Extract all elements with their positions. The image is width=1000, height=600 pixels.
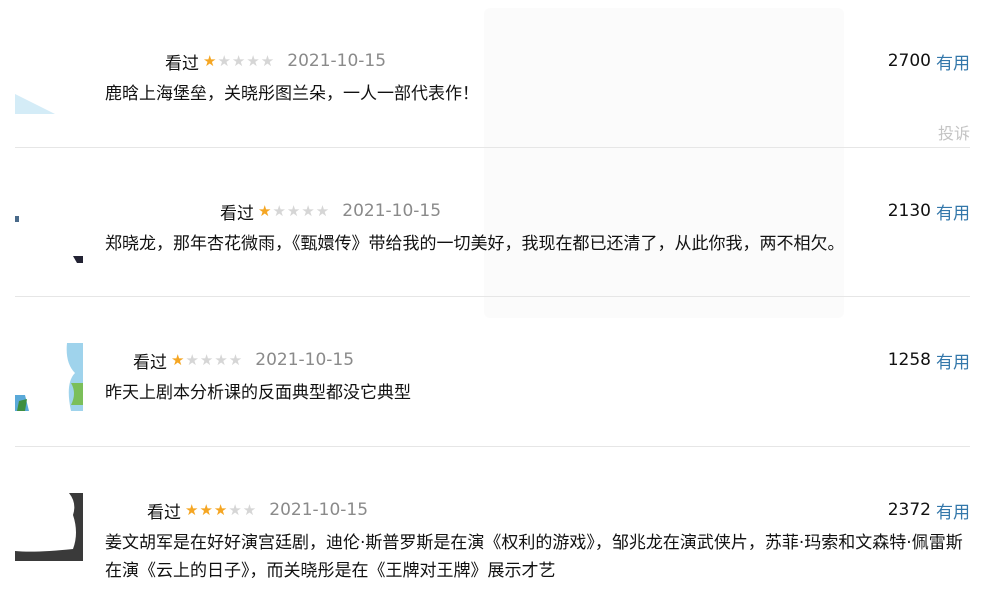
vote-area: 2130 有用 (887, 199, 970, 224)
review-content: 鹿晗上海堡垒，关晓彤图兰朵，一人一部代表作！ (105, 84, 479, 104)
divider (15, 147, 970, 148)
useful-button[interactable]: 有用 (936, 199, 970, 224)
star-empty-icon: ★★★★ (217, 52, 276, 70)
watched-status: 看过 (165, 53, 199, 74)
star-filled-icon: ★★★ (185, 501, 229, 519)
star-rating: ★★★★★ (258, 202, 330, 220)
review-item: 看过 ★ ★★★★ 2021-10-15 1258 有用 昨天上剧本分析课的反面典… (15, 343, 970, 439)
review-content: 昨天上剧本分析课的反面典型都没它典型 (105, 383, 411, 403)
avatar[interactable] (15, 493, 83, 561)
watched-status: 看过 (220, 203, 254, 224)
vote-count: 2700 (887, 51, 931, 71)
review-date: 2021-10-15 (255, 350, 355, 370)
avatar[interactable] (15, 343, 83, 411)
star-empty-icon: ★★ (228, 501, 258, 519)
star-rating: ★★★★★ (203, 52, 275, 70)
review-content: 郑晓龙，那年杏花微雨，《甄嬛传》带给我的一切美好，我现在都已还清了，从此你我，两… (105, 234, 845, 254)
vote-area: 2700 有用 (887, 49, 970, 74)
vote-area: 2372 有用 (887, 498, 970, 523)
review-item: 看过 ★★★ ★★ 2021-10-15 2372 有用 姜文胡军是在好好演宫廷剧… (15, 493, 970, 589)
review-item: 看过 ★ ★★★★ 2021-10-15 2130 有用 郑晓龙，那年杏花微雨，《… (15, 200, 970, 290)
useful-button[interactable]: 有用 (936, 498, 970, 523)
star-filled-icon: ★ (171, 351, 186, 369)
useful-button[interactable]: 有用 (936, 49, 970, 74)
vote-count: 1258 (887, 350, 931, 370)
review-date: 2021-10-15 (342, 201, 442, 221)
review-content: 姜文胡军是在好好演宫廷剧，迪伦·斯普罗斯是在演《权利的游戏》，邹兆龙在演武侠片，… (105, 533, 963, 581)
star-empty-icon: ★★★★ (272, 202, 331, 220)
review-item: 看过 ★ ★★★★ 2021-10-15 2700 有用 鹿晗上海堡垒，关晓彤图兰… (15, 49, 970, 143)
star-filled-icon: ★ (203, 52, 218, 70)
review-meta: 看过 ★★★★★ 2021-10-15 (165, 50, 387, 74)
star-empty-icon: ★★★★ (185, 351, 244, 369)
star-rating: ★★★★★ (171, 351, 243, 369)
review-meta: 看过 ★★★★★ 2021-10-15 (220, 200, 442, 224)
useful-button[interactable]: 有用 (936, 348, 970, 373)
watched-status: 看过 (133, 352, 167, 373)
star-filled-icon: ★ (258, 202, 273, 220)
vote-area: 1258 有用 (887, 348, 970, 373)
report-button[interactable]: 投诉 (938, 120, 970, 144)
divider (15, 446, 970, 447)
avatar[interactable] (15, 208, 85, 263)
divider (15, 296, 970, 297)
vote-count: 2372 (887, 500, 931, 520)
review-meta: 看过 ★★★★★ 2021-10-15 (133, 349, 355, 373)
vote-count: 2130 (887, 201, 931, 221)
review-date: 2021-10-15 (287, 51, 387, 71)
watched-status: 看过 (147, 502, 181, 523)
review-date: 2021-10-15 (269, 500, 369, 520)
review-meta: 看过 ★★★★★ 2021-10-15 (147, 499, 369, 523)
avatar[interactable] (15, 94, 83, 114)
star-rating: ★★★★★ (185, 501, 257, 519)
